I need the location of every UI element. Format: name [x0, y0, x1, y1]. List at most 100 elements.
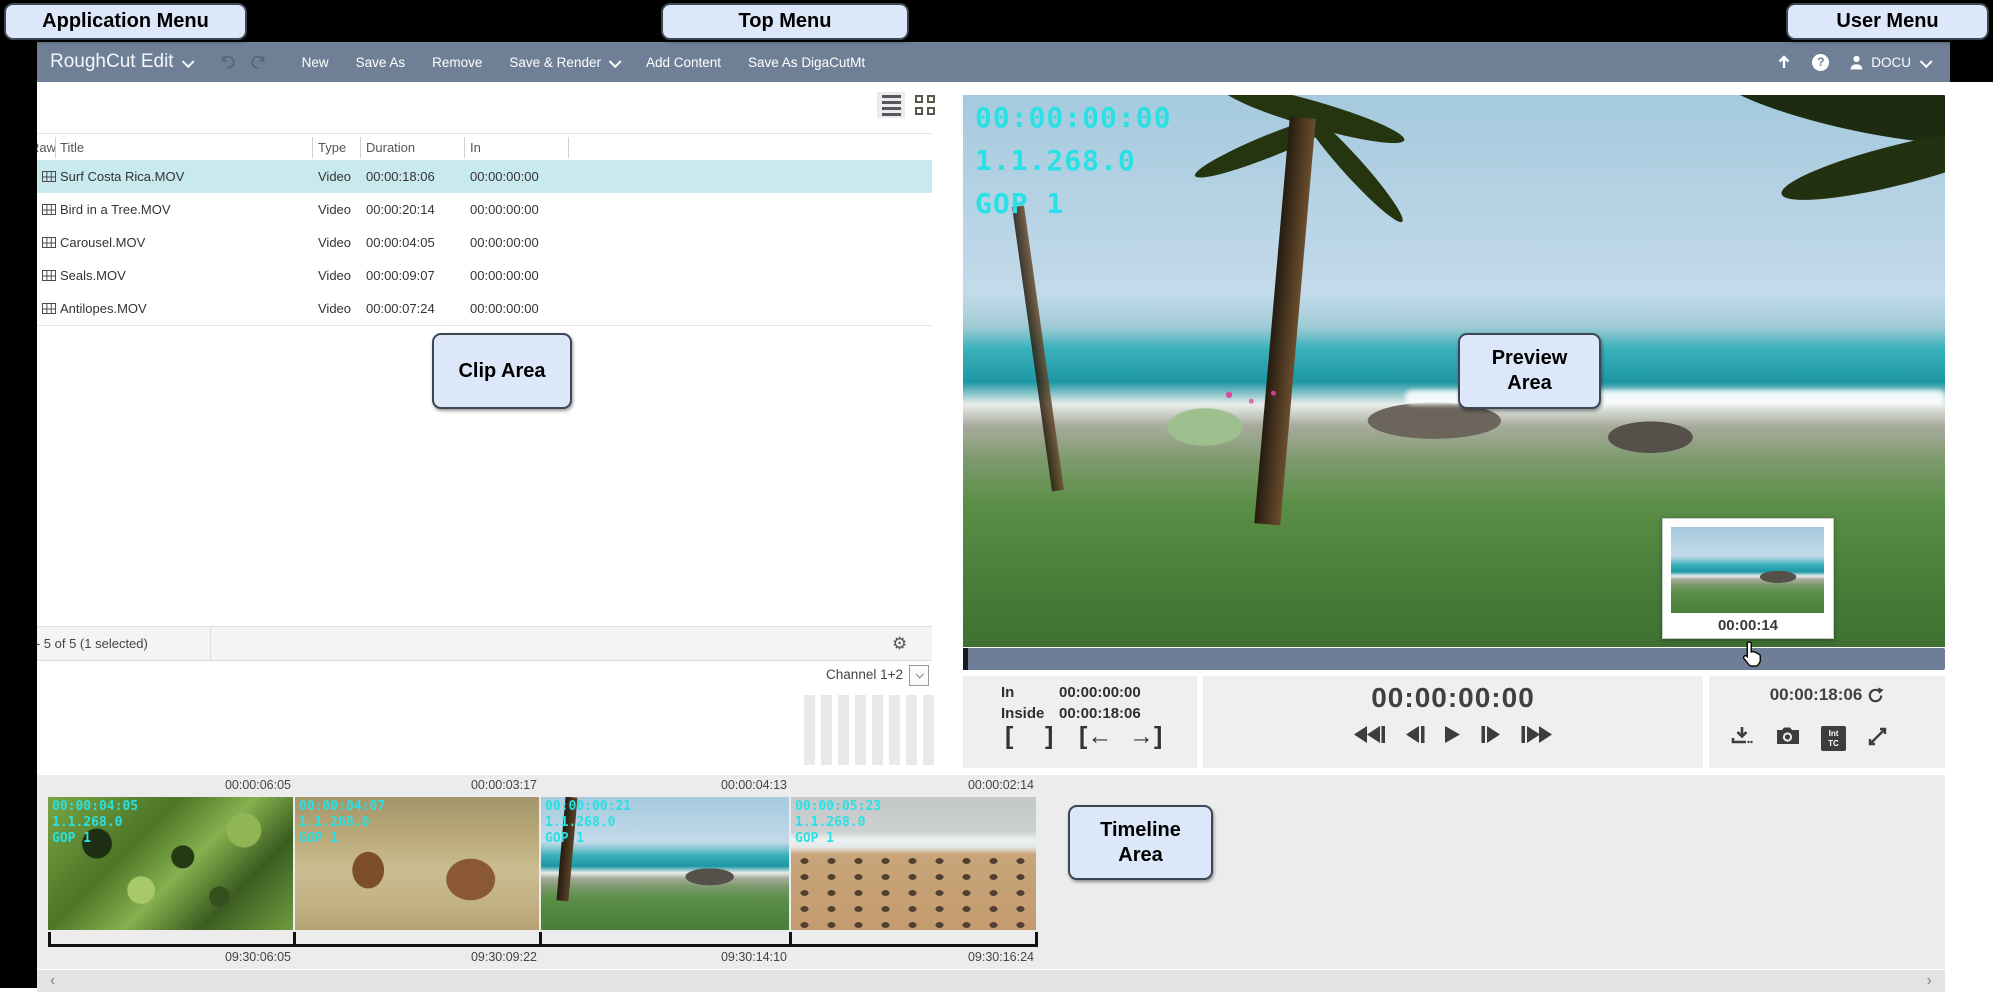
in-out-panel: In 00:00:00:00 Inside 00:00:18:06 [ ] [←…: [963, 676, 1197, 768]
column-header-duration[interactable]: Duration: [366, 134, 415, 161]
duration-timecode: 00:00:18:06: [1770, 685, 1863, 705]
palm-trunk: [1012, 206, 1064, 492]
timeline-ruler: [48, 944, 1038, 947]
redo-button[interactable]: [250, 53, 268, 71]
grid-view-button[interactable]: [911, 92, 939, 118]
internal-timecode-button[interactable]: Int TC: [1821, 726, 1846, 751]
clip-grid-icon: [42, 237, 56, 248]
step-forward-icon: [1481, 726, 1501, 743]
clip-duration: 00:00:04:05: [366, 226, 435, 259]
step-back-button[interactable]: [1405, 726, 1425, 743]
vu-meter: [804, 695, 934, 765]
user-icon: [1848, 54, 1865, 71]
timeline-timecode-label: 09:30:16:24: [791, 950, 1034, 967]
chevron-down-icon: [181, 55, 194, 68]
user-label: DOCU: [1871, 55, 1911, 70]
palm-trunk: [1255, 117, 1317, 526]
help-icon[interactable]: ?: [1812, 54, 1829, 71]
app-window: RoughCut Edit New Save As Remove Save & …: [0, 0, 1993, 1000]
callout-preview-area: Preview Area: [1458, 333, 1601, 409]
scroll-right-icon[interactable]: ›: [1927, 970, 1932, 992]
clip-duration: 00:00:18:06: [366, 160, 435, 193]
save-as-button[interactable]: Save As: [356, 55, 406, 70]
table-row[interactable]: Antilopes.MOV Video 00:00:07:24 00:00:00…: [37, 292, 932, 326]
overlay-version: 1.1.268.0: [975, 139, 1171, 182]
seals: [791, 853, 1036, 930]
undo-button[interactable]: [218, 53, 236, 71]
inttc-line1: Int: [1829, 729, 1839, 739]
timeline-clip[interactable]: 00:00:00:211.1.268.0GOP 1: [541, 797, 789, 930]
in-label: In: [1001, 684, 1059, 701]
timeline-timecode-label: 09:30:14:10: [541, 950, 787, 967]
channel-select[interactable]: [909, 665, 929, 686]
column-header-in[interactable]: In: [470, 134, 481, 161]
save-as-digacutmt-button[interactable]: Save As DigaCutMt: [748, 55, 865, 70]
user-menu-button[interactable]: DOCU: [1848, 54, 1930, 71]
toolbar-right: ? DOCU: [1775, 53, 1930, 71]
timeline-scrollbar[interactable]: ‹ ›: [37, 969, 1945, 992]
download-button[interactable]: [1731, 726, 1753, 746]
refresh-icon[interactable]: [1867, 687, 1884, 704]
step-forward-button[interactable]: [1481, 726, 1501, 743]
play-button[interactable]: [1445, 726, 1461, 743]
clip-title: Surf Costa Rica.MOV: [60, 160, 184, 193]
column-header-title[interactable]: Title: [60, 134, 84, 161]
remove-button[interactable]: Remove: [432, 55, 482, 70]
goto-out-button[interactable]: →]: [1129, 722, 1162, 751]
top-black-bar: [0, 0, 1993, 42]
callout-user-menu: User Menu: [1786, 3, 1989, 40]
fullscreen-button[interactable]: [1867, 726, 1888, 747]
clip-title: Bird in a Tree.MOV: [60, 193, 171, 226]
table-row[interactable]: Seals.MOV Video 00:00:09:07 00:00:00:00: [37, 259, 932, 293]
clip-duration: 00:00:07:24: [366, 292, 435, 325]
app-menu-button[interactable]: RoughCut Edit: [50, 51, 192, 73]
table-row[interactable]: Carousel.MOV Video 00:00:04:05 00:00:00:…: [37, 226, 932, 260]
goto-in-button[interactable]: [←: [1079, 722, 1112, 751]
clip-title: Carousel.MOV: [60, 226, 145, 259]
clip-overlay-version: 1.1.268.0: [299, 815, 385, 831]
clip-grid-icon: [42, 171, 56, 182]
play-icon: [1445, 726, 1461, 743]
left-black-strip: [0, 0, 37, 988]
clip-in: 00:00:00:00: [470, 160, 539, 193]
ruler-tick: [1035, 932, 1038, 947]
mark-in-button[interactable]: [: [1005, 722, 1013, 751]
scroll-left-icon[interactable]: ‹: [50, 970, 55, 992]
save-render-button[interactable]: Save & Render: [509, 55, 619, 70]
gear-icon[interactable]: ⚙: [892, 627, 907, 660]
clip-type: Video: [318, 292, 351, 325]
skip-back-button[interactable]: [1354, 726, 1385, 743]
clip-duration: 00:00:09:07: [366, 259, 435, 292]
inttc-line2: TC: [1828, 739, 1839, 749]
clip-duration: 00:00:20:14: [366, 193, 435, 226]
ruler-tick: [539, 932, 542, 947]
snapshot-button[interactable]: [1775, 726, 1801, 746]
app-title: RoughCut Edit: [50, 51, 174, 72]
scrub-thumbnail-image: [1671, 527, 1824, 613]
timeline-clip[interactable]: 00:00:04:051.1.268.0GOP 1: [48, 797, 293, 930]
ruler-tick: [293, 932, 296, 947]
table-row[interactable]: Bird in a Tree.MOV Video 00:00:20:14 00:…: [37, 193, 932, 227]
skip-forward-button[interactable]: [1521, 726, 1552, 743]
upload-icon[interactable]: [1775, 53, 1793, 71]
timeline-timecode-label: 09:30:06:05: [48, 950, 291, 967]
seek-bar[interactable]: [963, 648, 1945, 670]
flowers: [1218, 382, 1292, 414]
mouse-cursor: [1740, 640, 1766, 670]
add-content-button[interactable]: Add Content: [646, 55, 721, 70]
new-button[interactable]: New: [302, 55, 329, 70]
table-row[interactable]: Surf Costa Rica.MOV Video 00:00:18:06 00…: [37, 160, 932, 194]
segment-duration-label: 00:00:04:13: [541, 778, 787, 795]
preview-overlay: 00:00:00:00 1.1.268.0 GOP 1: [975, 96, 1171, 225]
timeline-clip[interactable]: 00:00:04:071.1.268.0GOP 1: [295, 797, 539, 930]
mark-out-button[interactable]: ]: [1045, 722, 1053, 751]
callout-clip-area: Clip Area: [432, 333, 572, 409]
step-back-icon: [1405, 726, 1425, 743]
playhead-marker[interactable]: [963, 648, 968, 670]
clip-overlay-version: 1.1.268.0: [795, 815, 881, 831]
current-timecode: 00:00:00:00: [1203, 682, 1703, 714]
overlay-gop: GOP 1: [975, 182, 1171, 225]
timeline-clip[interactable]: 00:00:05:231.1.268.0GOP 1: [791, 797, 1036, 930]
column-header-type[interactable]: Type: [318, 134, 346, 161]
list-view-button[interactable]: [877, 92, 905, 118]
